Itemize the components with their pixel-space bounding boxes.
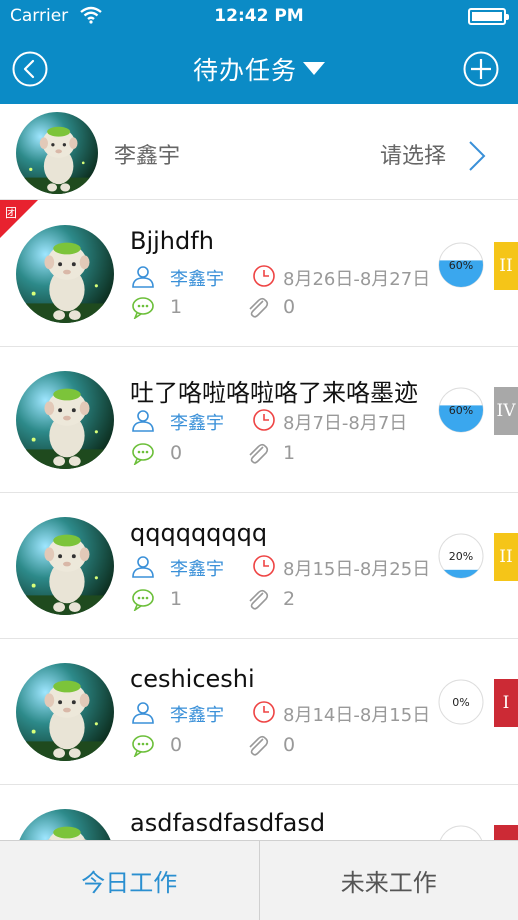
task-owner: 李鑫宇 — [170, 269, 224, 290]
attachment-count: 0 — [283, 296, 296, 318]
task-dates: 8月7日-8月7日 — [283, 413, 408, 434]
task-title: 吐了咯啦咯啦咯了来咯墨迹 — [130, 379, 418, 407]
paperclip-icon — [249, 589, 269, 610]
avatar — [16, 663, 114, 761]
clock-icon — [253, 555, 275, 577]
bottom-tab-bar: 今日工作 未来工作 — [0, 840, 518, 920]
status-time: 12:42 PM — [214, 6, 304, 26]
caret-down-icon — [303, 62, 325, 75]
attachment-count: 0 — [283, 734, 296, 756]
tab-today-work[interactable]: 今日工作 — [0, 841, 260, 920]
progress-circle: 60% — [438, 387, 484, 433]
progress-label: 60% — [449, 404, 473, 417]
task-title: asdfasdfasdfasd — [130, 809, 326, 837]
choose-label: 请选择 — [379, 144, 446, 169]
nav-title-dropdown[interactable]: 待办任务 — [0, 52, 518, 86]
person-icon — [132, 266, 154, 288]
person-icon — [132, 410, 154, 432]
clock-icon — [253, 265, 275, 287]
task-row[interactable]: Bjjhdfh 李鑫宇 8月26日-8月27日 1 0 60% II — [0, 201, 518, 347]
comment-count: 1 — [170, 296, 183, 318]
task-owner: 李鑫宇 — [170, 705, 224, 726]
comment-icon — [132, 589, 154, 611]
battery-icon — [468, 8, 509, 25]
attachment-count: 2 — [283, 588, 296, 610]
avatar — [16, 225, 114, 323]
person-selector[interactable]: 李鑫宇 请选择 — [0, 104, 518, 200]
priority-level-badge: IV — [494, 387, 518, 435]
person-icon — [132, 556, 154, 578]
paperclip-icon — [249, 735, 269, 756]
task-row[interactable]: ceshiceshi 李鑫宇 8月14日-8月15日 0 0 0% I — [0, 639, 518, 785]
tab-future-work[interactable]: 未来工作 — [260, 841, 518, 920]
priority-level-badge: I — [494, 679, 518, 727]
clock-icon — [253, 701, 275, 723]
task-dates: 8月14日-8月15日 — [283, 705, 431, 726]
task-title: qqqqqqqqq — [130, 519, 268, 547]
progress-label: 20% — [449, 550, 473, 563]
progress-label: 60% — [449, 259, 473, 272]
comment-count: 0 — [170, 734, 183, 756]
person-icon — [132, 702, 154, 724]
task-owner: 李鑫宇 — [170, 559, 224, 580]
avatar — [16, 371, 114, 469]
avatar — [16, 517, 114, 615]
clock-icon — [253, 409, 275, 431]
attachment-count: 1 — [283, 442, 296, 464]
top-bar: Carrier 12:42 PM 待办任务 — [0, 0, 518, 104]
progress-circle: 60% — [438, 242, 484, 288]
priority-level-badge: II — [494, 242, 518, 290]
comment-count: 1 — [170, 588, 183, 610]
task-dates: 8月26日-8月27日 — [283, 269, 431, 290]
progress-circle: 0% — [438, 679, 484, 725]
page-title: 待办任务 — [192, 56, 297, 85]
avatar — [16, 112, 98, 194]
plus-circle-icon[interactable] — [463, 51, 499, 87]
paperclip-icon — [249, 297, 269, 318]
task-dates: 8月15日-8月25日 — [283, 559, 431, 580]
comment-icon — [132, 735, 154, 757]
progress-label: 0% — [452, 696, 469, 709]
comment-icon — [132, 297, 154, 319]
selected-person-name: 李鑫宇 — [114, 144, 181, 169]
paperclip-icon — [249, 443, 269, 464]
task-row[interactable]: 吐了咯啦咯啦咯了来咯墨迹 李鑫宇 8月7日-8月7日 0 1 60% IV — [0, 347, 518, 493]
chevron-right-icon — [469, 141, 486, 171]
comment-count: 0 — [170, 442, 183, 464]
task-title: ceshiceshi — [130, 665, 255, 693]
status-bar: Carrier 12:42 PM — [0, 0, 518, 34]
task-row[interactable]: qqqqqqqqq 李鑫宇 8月15日-8月25日 1 2 20% II — [0, 493, 518, 639]
task-owner: 李鑫宇 — [170, 413, 224, 434]
comment-icon — [132, 443, 154, 465]
task-title: Bjjhdfh — [130, 227, 214, 255]
progress-circle: 20% — [438, 533, 484, 579]
priority-level-badge: II — [494, 533, 518, 581]
